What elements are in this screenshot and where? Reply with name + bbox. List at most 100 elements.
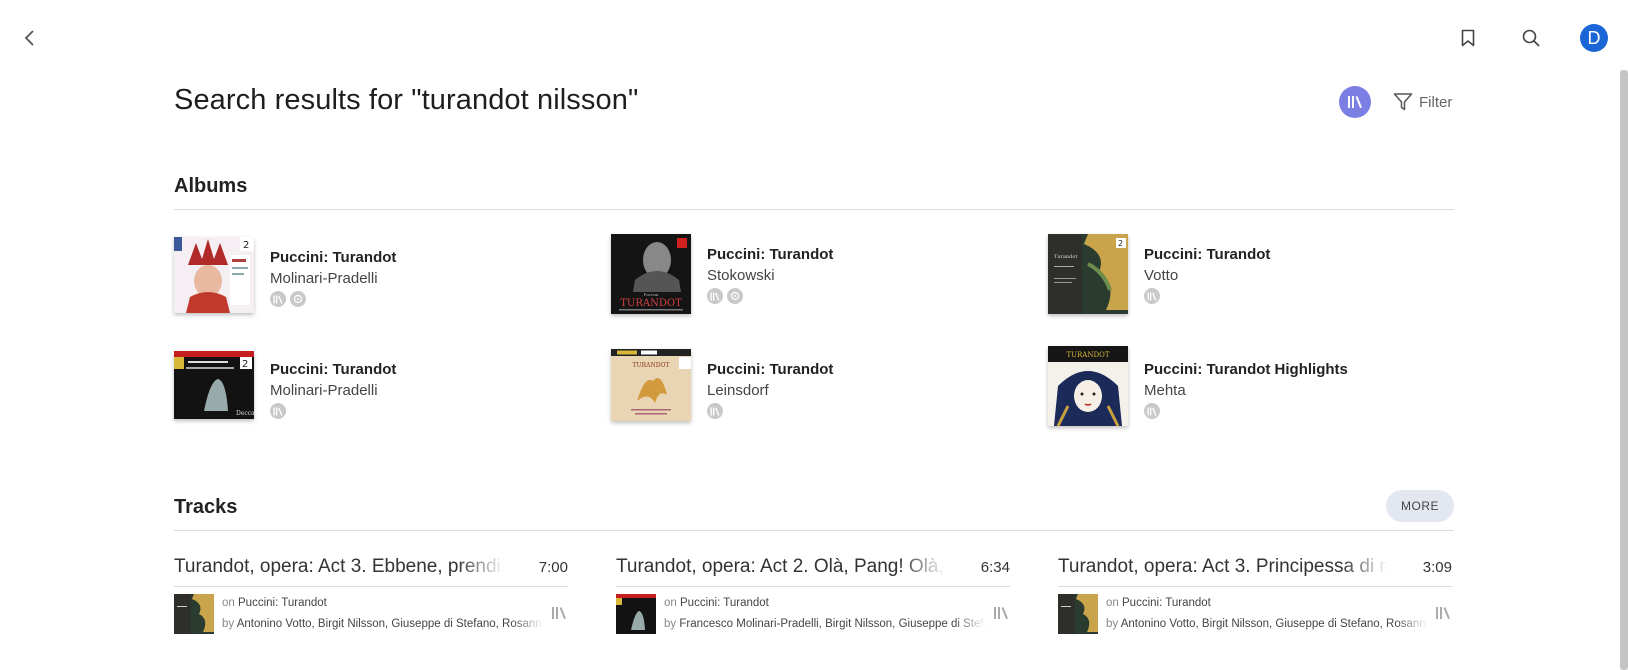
track-album-link[interactable]: Puccini: Turandot bbox=[680, 597, 769, 609]
in-library-badge-icon bbox=[270, 291, 286, 307]
add-to-library-button[interactable] bbox=[992, 604, 1010, 622]
bookmark-icon bbox=[1461, 29, 1475, 47]
album-title[interactable]: Puccini: Turandot bbox=[270, 249, 396, 266]
search-button[interactable] bbox=[1515, 22, 1547, 54]
svg-text:Decca: Decca bbox=[236, 410, 254, 417]
track-divider bbox=[1058, 586, 1452, 587]
album-badges bbox=[707, 288, 743, 304]
track-album-thumbnail[interactable] bbox=[616, 594, 656, 634]
on-prefix: on bbox=[222, 597, 235, 609]
track-album-line: on Puccini: Turandot bbox=[222, 597, 544, 609]
user-avatar[interactable]: D bbox=[1580, 24, 1608, 52]
track-divider bbox=[616, 586, 1010, 587]
by-prefix: by bbox=[222, 618, 235, 630]
track-album-link[interactable]: Puccini: Turandot bbox=[238, 597, 327, 609]
track-album-thumbnail[interactable] bbox=[1058, 594, 1098, 634]
on-prefix: on bbox=[1106, 597, 1119, 609]
album-title[interactable]: Puccini: Turandot bbox=[707, 361, 833, 378]
album-cover: 2 Decca bbox=[174, 351, 254, 419]
album-cover: TURANDOT bbox=[611, 349, 691, 421]
by-prefix: by bbox=[1106, 618, 1119, 630]
album-badges bbox=[1144, 288, 1160, 304]
track-artists-line: by Francesco Molinari-Pradelli, Birgit N… bbox=[664, 618, 986, 630]
album-title[interactable]: Puccini: Turandot bbox=[270, 361, 396, 378]
album-cover: TURANDOT bbox=[1048, 346, 1128, 426]
track-album-line: on Puccini: Turandot bbox=[1106, 597, 1428, 609]
tracks-section-title: Tracks bbox=[174, 496, 238, 518]
track-artists[interactable]: Antonino Votto, Birgit Nilsson, Giuseppe… bbox=[237, 618, 544, 630]
album-artist[interactable]: Mehta bbox=[1144, 382, 1186, 399]
hires-badge-icon bbox=[290, 291, 306, 307]
add-to-library-button[interactable] bbox=[1434, 604, 1452, 622]
svg-text:TURANDOT: TURANDOT bbox=[620, 298, 682, 309]
filter-label: Filter bbox=[1419, 93, 1453, 111]
svg-text:Turandot: Turandot bbox=[1054, 254, 1077, 260]
library-icon bbox=[552, 607, 566, 620]
chevron-left-icon bbox=[24, 30, 34, 46]
track-album-line: on Puccini: Turandot bbox=[664, 597, 986, 609]
album-title[interactable]: Puccini: Turandot bbox=[707, 246, 833, 263]
album-card[interactable]: 2 Puccini: Turandot Molinari-Pradelli bbox=[174, 237, 594, 317]
svg-text:2: 2 bbox=[243, 240, 249, 251]
album-title[interactable]: Puccini: Turandot Highlights bbox=[1144, 361, 1348, 378]
album-card[interactable]: TURANDOT Puccini: Turandot Leinsdorf bbox=[611, 349, 1031, 429]
track-artists-line: by Antonino Votto, Birgit Nilsson, Giuse… bbox=[1106, 618, 1428, 630]
track-duration: 6:34 bbox=[980, 559, 1010, 576]
album-artist[interactable]: Molinari-Pradelli bbox=[270, 382, 378, 399]
top-bar: D bbox=[0, 0, 1628, 76]
in-library-badge-icon bbox=[707, 288, 723, 304]
add-to-library-button[interactable] bbox=[550, 604, 568, 622]
svg-text:TURANDOT: TURANDOT bbox=[1066, 351, 1109, 359]
album-artist[interactable]: Molinari-Pradelli bbox=[270, 270, 378, 287]
library-icon bbox=[994, 607, 1008, 620]
in-library-badge-icon bbox=[1144, 288, 1160, 304]
tracks-divider bbox=[174, 530, 1454, 531]
scrollbar-thumb[interactable] bbox=[1620, 70, 1628, 670]
svg-text:2: 2 bbox=[242, 359, 248, 370]
track-album-thumbnail[interactable] bbox=[174, 594, 214, 634]
track-item[interactable]: Turandot, opera: Act 3. Ebbene, prendi! … bbox=[174, 556, 568, 666]
track-duration: 7:00 bbox=[538, 559, 568, 576]
svg-text:TURANDOT: TURANDOT bbox=[633, 362, 670, 369]
library-filter-toggle[interactable] bbox=[1339, 86, 1371, 118]
track-title[interactable]: Turandot, opera: Act 3. Ebbene, prendi! bbox=[174, 556, 504, 578]
search-icon bbox=[1522, 29, 1540, 47]
more-tracks-button[interactable]: MORE bbox=[1386, 490, 1454, 522]
track-artists-line: by Antonino Votto, Birgit Nilsson, Giuse… bbox=[222, 618, 544, 630]
track-divider bbox=[174, 586, 568, 587]
album-cover: 2 bbox=[174, 237, 254, 313]
bookmark-button[interactable] bbox=[1452, 22, 1484, 54]
library-icon bbox=[1436, 607, 1450, 620]
album-title[interactable]: Puccini: Turandot bbox=[1144, 246, 1270, 263]
filter-button[interactable]: Filter bbox=[1393, 90, 1452, 114]
album-card[interactable]: 2 Decca Puccini: Turandot Molinari-Prade… bbox=[174, 351, 594, 431]
hires-badge-icon bbox=[727, 288, 743, 304]
album-badges bbox=[1144, 403, 1160, 419]
album-card[interactable]: Turandot 2 Puccini: Turandot Votto bbox=[1048, 234, 1468, 314]
track-item[interactable]: Turandot, opera: Act 3. Principessa di m… bbox=[1058, 556, 1452, 666]
svg-text:2: 2 bbox=[1118, 239, 1123, 248]
track-title[interactable]: Turandot, opera: Act 3. Principessa di m… bbox=[1058, 556, 1388, 578]
track-title[interactable]: Turandot, opera: Act 2. Olà, Pang! Olà, … bbox=[616, 556, 946, 578]
track-artists[interactable]: Francesco Molinari-Pradelli, Birgit Nils… bbox=[679, 618, 986, 630]
in-library-badge-icon bbox=[270, 403, 286, 419]
album-badges bbox=[707, 403, 723, 419]
album-card[interactable]: TURANDOT Puccini: Turandot Highlights Me… bbox=[1048, 346, 1468, 426]
albums-section-title: Albums bbox=[174, 175, 248, 197]
svg-text:Puccini: Puccini bbox=[644, 292, 660, 297]
album-badges bbox=[270, 403, 286, 419]
album-card[interactable]: Puccini TURANDOT Puccini: Turandot Stoko… bbox=[611, 234, 1031, 314]
album-cover: Turandot 2 bbox=[1048, 234, 1128, 314]
in-library-badge-icon bbox=[707, 403, 723, 419]
albums-divider bbox=[174, 209, 1454, 210]
filter-icon bbox=[1393, 93, 1413, 111]
page-title: Search results for "turandot nilsson" bbox=[174, 84, 639, 116]
track-album-link[interactable]: Puccini: Turandot bbox=[1122, 597, 1211, 609]
back-button[interactable] bbox=[14, 22, 46, 54]
album-artist[interactable]: Stokowski bbox=[707, 267, 775, 284]
library-icon bbox=[1348, 96, 1362, 109]
album-artist[interactable]: Votto bbox=[1144, 267, 1178, 284]
track-artists[interactable]: Antonino Votto, Birgit Nilsson, Giuseppe… bbox=[1121, 618, 1428, 630]
album-artist[interactable]: Leinsdorf bbox=[707, 382, 769, 399]
track-item[interactable]: Turandot, opera: Act 2. Olà, Pang! Olà, … bbox=[616, 556, 1010, 666]
